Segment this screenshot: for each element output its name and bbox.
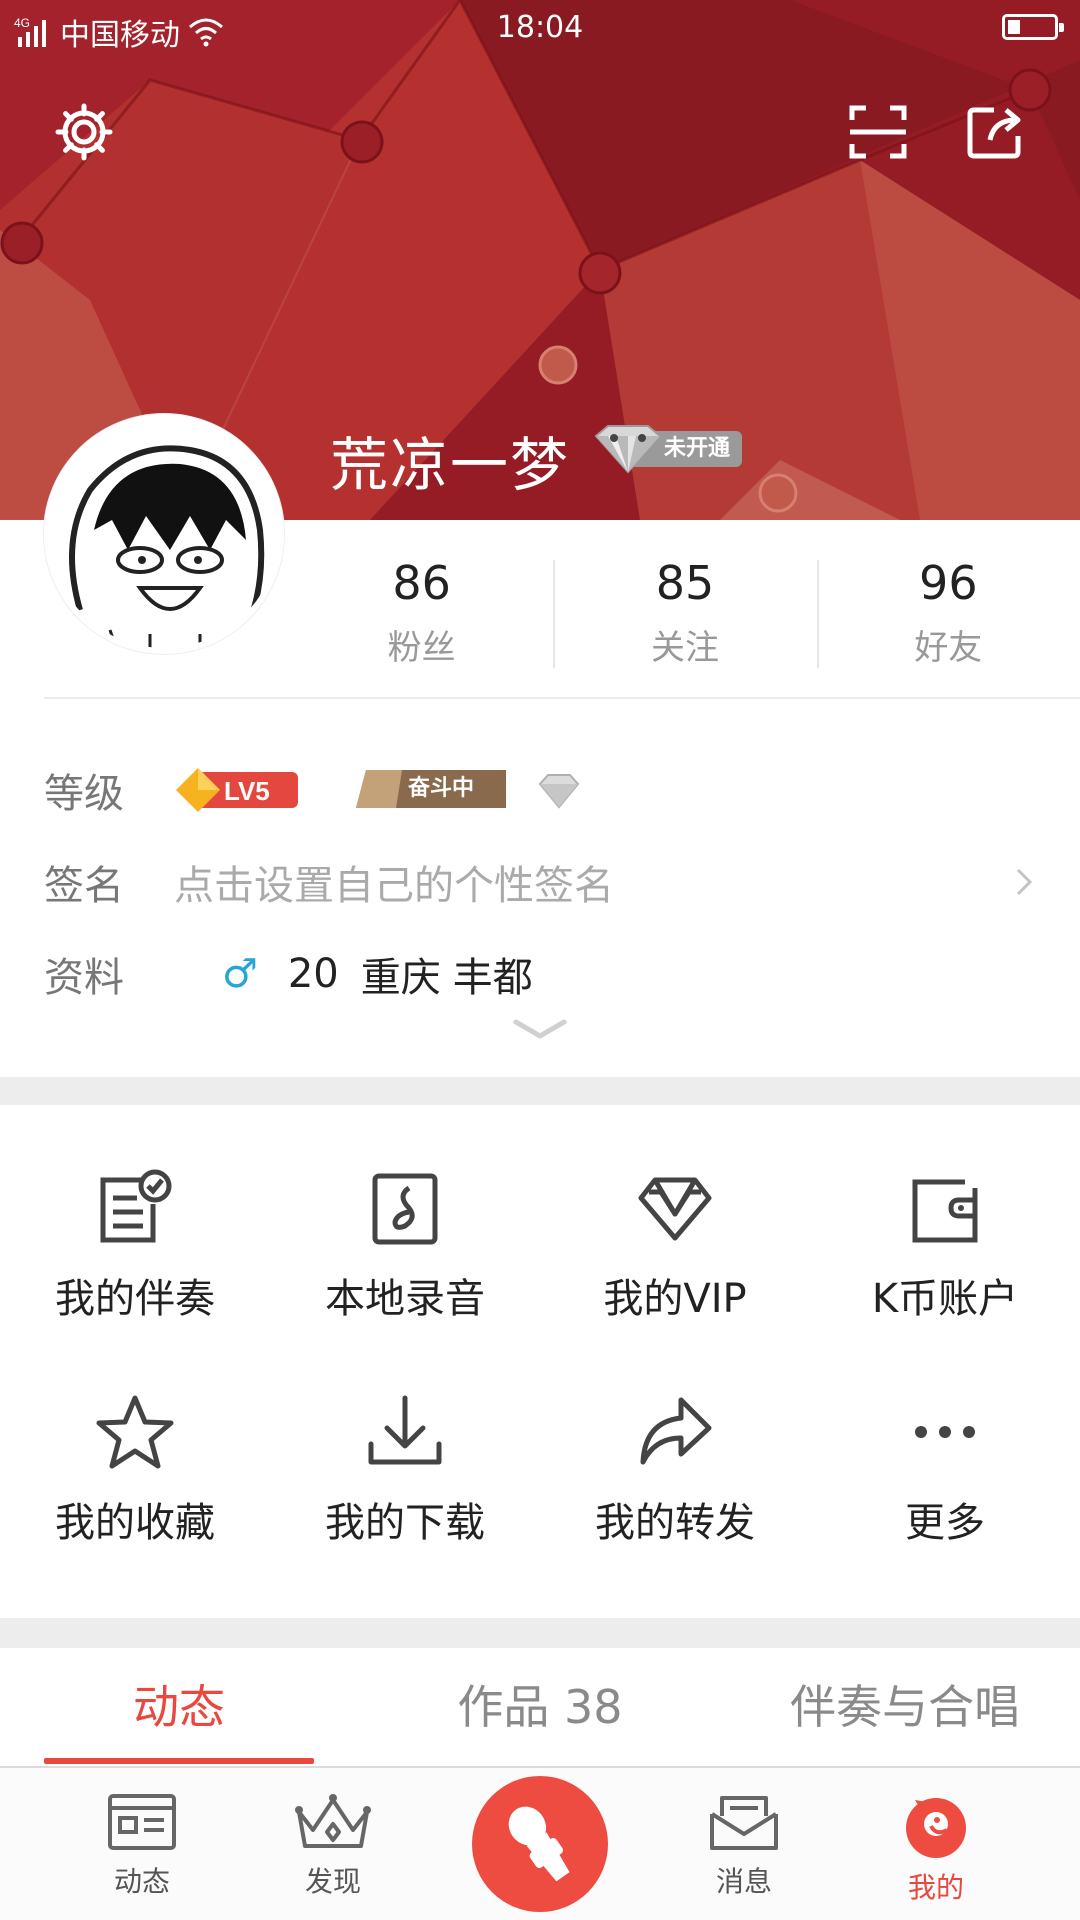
nav-label: 发现 [304, 1865, 361, 1898]
grid-my-accompaniment[interactable]: 我的伴奏 [0, 1168, 270, 1348]
status-time: 18:04 [496, 10, 584, 45]
stat-following[interactable]: 85 关注 [553, 548, 816, 668]
star-icon [96, 1395, 174, 1469]
nav-messages[interactable]: 消息 [654, 1768, 834, 1920]
scan-icon[interactable] [846, 100, 910, 164]
grid-label: 我的伴奏 [55, 1276, 215, 1322]
level-badge-text: LV5 [224, 776, 270, 806]
nav-label: 动态 [113, 1865, 170, 1898]
nav-me[interactable]: 我的 [846, 1768, 1026, 1920]
feed-icon [108, 1794, 176, 1850]
stat-following-count: 85 [655, 556, 715, 610]
battery-icon [1002, 14, 1064, 40]
grid-my-reposts[interactable]: 我的转发 [540, 1392, 810, 1572]
stat-fans-count: 86 [392, 556, 451, 610]
username: 荒凉一梦 [330, 431, 571, 499]
vip-diamond-icon [638, 1177, 712, 1241]
crown-icon [295, 1794, 371, 1848]
level-badge[interactable]: LV5 [176, 766, 300, 814]
grid-label: 我的下载 [325, 1500, 485, 1546]
section-separator [0, 1618, 1080, 1648]
me-icon [906, 1798, 966, 1858]
grid-label: 我的收藏 [55, 1500, 215, 1546]
settings-gear-icon[interactable] [52, 100, 116, 164]
vip-status-badge[interactable]: 未开通 [586, 422, 746, 476]
avatar[interactable] [44, 414, 284, 654]
wallet-icon [912, 1179, 978, 1243]
local-recording-icon [372, 1173, 438, 1245]
nav-feed[interactable]: 动态 [52, 1768, 232, 1920]
grid-kcoin-account[interactable]: K币账户 [810, 1168, 1080, 1348]
stat-fans-label: 粉丝 [387, 628, 456, 668]
tab-feed[interactable]: 动态 [44, 1648, 314, 1766]
vip-diamond-badge-icon [594, 425, 662, 474]
microphone-icon [508, 1806, 570, 1882]
active-tab-indicator [44, 1758, 314, 1764]
level-key: 等级 [44, 771, 124, 817]
gender-male-icon: ♂ [222, 951, 258, 997]
record-mic-button[interactable] [472, 1776, 608, 1912]
stat-fans[interactable]: 86 粉丝 [290, 548, 553, 668]
grid-label: 本地录音 [325, 1276, 485, 1322]
stat-friends[interactable]: 96 好友 [816, 548, 1080, 668]
grid-label: 我的转发 [595, 1500, 755, 1546]
profile-city: 重庆 [360, 955, 441, 1001]
grid-my-favorites[interactable]: 我的收藏 [0, 1392, 270, 1572]
grid-local-recording[interactable]: 本地录音 [270, 1168, 540, 1348]
status-bar: 4G 中国移动 18:04 [0, 0, 1080, 56]
signature-row[interactable]: 签名 点击设置自己的个性签名 [44, 852, 1044, 912]
avatar-cartoon-image [50, 420, 278, 648]
section-separator [0, 1077, 1080, 1105]
grid-label: K币账户 [871, 1276, 1019, 1322]
profile-district: 丰都 [452, 955, 533, 1001]
diamond-small-icon [538, 774, 580, 809]
divider [44, 697, 1080, 699]
profile-key: 资料 [44, 955, 124, 1001]
content-tabs: 动态 作品 38 伴奏与合唱 [0, 1648, 1080, 1766]
level-status-text: 奋斗中 [407, 776, 474, 801]
grid-label: 更多 [905, 1500, 985, 1546]
nav-discover[interactable]: 发现 [243, 1768, 423, 1920]
stat-friends-count: 96 [919, 556, 978, 610]
signature-placeholder: 点击设置自己的个性签名 [174, 863, 614, 909]
signature-key: 签名 [44, 863, 124, 909]
share-arrow-icon [640, 1397, 712, 1465]
share-icon[interactable] [964, 100, 1028, 164]
message-icon [710, 1796, 778, 1850]
more-icon [915, 1426, 975, 1438]
accompaniment-icon [100, 1169, 172, 1243]
tab-works[interactable]: 作品 38 [405, 1648, 675, 1766]
stat-following-label: 关注 [650, 628, 719, 668]
stat-friends-label: 好友 [914, 628, 983, 668]
level-status-badge: 奋斗中 [356, 770, 506, 808]
grid-my-vip[interactable]: 我的VIP [540, 1168, 810, 1348]
stats-row: 86 粉丝 85 关注 96 好友 [290, 548, 1080, 668]
grid-label: 我的VIP [603, 1276, 747, 1322]
level-row: 等级 [44, 760, 174, 820]
profile-row: 资料 ♂ 20 重庆 丰都 [44, 944, 555, 1004]
download-icon [368, 1395, 442, 1465]
tab-accompaniment-chorus[interactable]: 伴奏与合唱 [760, 1648, 1050, 1766]
profile-age: 20 [287, 951, 339, 997]
nav-label: 消息 [715, 1865, 772, 1898]
grid-my-downloads[interactable]: 我的下载 [270, 1392, 540, 1572]
chevron-down-icon[interactable] [510, 1014, 570, 1044]
nav-label: 我的 [907, 1871, 964, 1904]
grid-more[interactable]: 更多 [810, 1392, 1080, 1572]
chevron-right-icon [1016, 868, 1033, 896]
